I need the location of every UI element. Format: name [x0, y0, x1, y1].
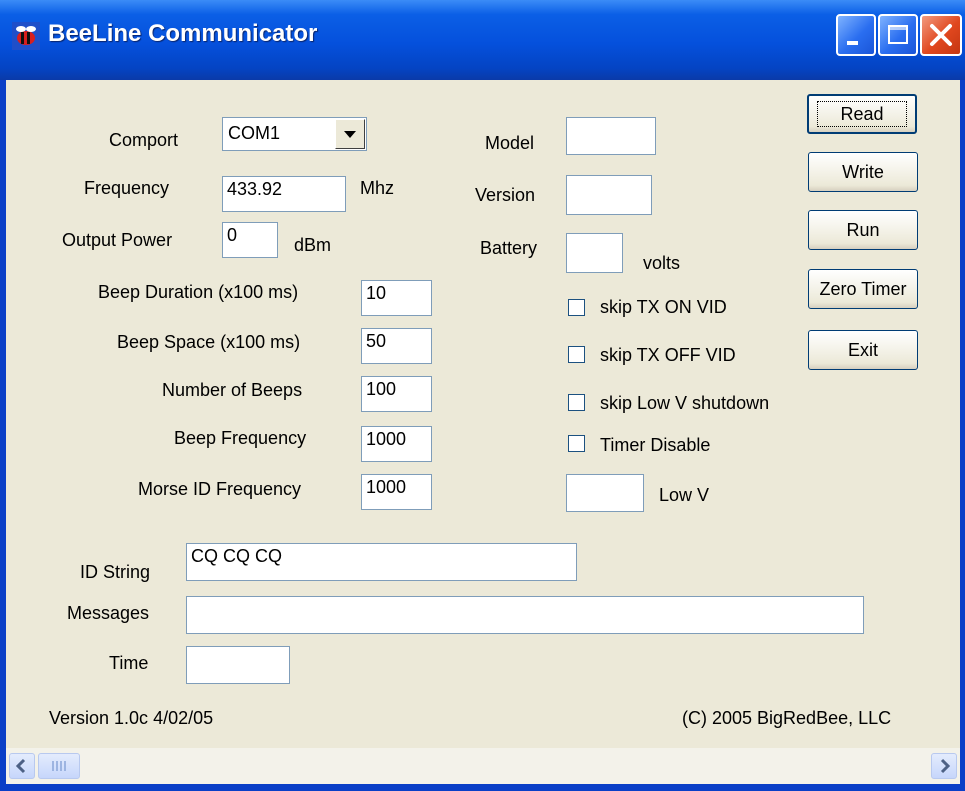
version-label: Version	[475, 185, 536, 205]
close-button[interactable]	[920, 14, 962, 56]
comport-dropdown-button[interactable]	[335, 119, 365, 149]
time-label: Time	[109, 653, 149, 673]
output-power-field[interactable]: 0	[222, 222, 278, 258]
output-power-unit: dBm	[294, 235, 332, 255]
frequency-unit: Mhz	[360, 178, 395, 198]
dropdown-arrow-icon	[344, 131, 356, 138]
skip-tx-on-vid-label: skip TX ON VID	[600, 297, 727, 317]
version-field[interactable]	[566, 175, 652, 215]
number-of-beeps-field[interactable]: 100	[361, 376, 432, 412]
beep-frequency-label: Beep Frequency	[174, 428, 307, 448]
comport-select[interactable]: COM1	[222, 117, 367, 151]
title-bar[interactable]: BeeLine Communicator	[0, 0, 965, 80]
battery-label: Battery	[480, 238, 538, 258]
model-label: Model	[485, 133, 535, 153]
scroll-left-button[interactable]	[9, 753, 35, 779]
output-power-label: Output Power	[62, 230, 173, 250]
messages-label: Messages	[67, 603, 150, 623]
comport-value: COM1	[228, 123, 281, 143]
read-button-label: Read	[817, 101, 907, 127]
window-title: BeeLine Communicator	[48, 20, 318, 47]
beep-space-field[interactable]: 50	[361, 328, 432, 364]
copyright-text: (C) 2005 BigRedBee, LLC	[682, 708, 892, 728]
run-button[interactable]: Run	[808, 210, 918, 250]
version-text: Version 1.0c 4/02/05	[49, 708, 214, 728]
battery-unit: volts	[643, 253, 681, 273]
beep-frequency-field[interactable]: 1000	[361, 426, 432, 462]
beep-duration-field[interactable]: 10	[361, 280, 432, 316]
scroll-left-icon	[15, 758, 26, 774]
read-button[interactable]: Read	[807, 94, 917, 134]
exit-button[interactable]: Exit	[808, 330, 918, 370]
scroll-grip-icon	[52, 761, 66, 771]
close-icon	[930, 24, 952, 46]
skip-tx-off-vid-checkbox[interactable]	[568, 346, 585, 363]
id-string-label: ID String	[80, 562, 151, 582]
number-of-beeps-label: Number of Beeps	[162, 380, 303, 400]
frequency-field[interactable]: 433.92	[222, 176, 346, 212]
write-button[interactable]: Write	[808, 152, 918, 192]
battery-field[interactable]	[566, 233, 623, 273]
beep-space-label: Beep Space (x100 ms)	[117, 332, 301, 352]
app-window: BeeLine Communicator Comport COM1 Freque…	[0, 0, 965, 791]
model-field[interactable]	[566, 117, 656, 155]
time-field	[186, 646, 290, 684]
client-area: Comport COM1 Frequency 433.92 Mhz Output…	[6, 80, 960, 748]
morse-id-frequency-field[interactable]: 1000	[361, 474, 432, 510]
id-string-field[interactable]: CQ CQ CQ	[186, 543, 577, 581]
app-bee-icon	[12, 22, 40, 50]
scroll-thumb[interactable]	[38, 753, 80, 779]
zero-timer-button[interactable]: Zero Timer	[808, 269, 918, 309]
horizontal-scrollbar[interactable]	[6, 748, 960, 784]
low-v-field[interactable]	[566, 474, 644, 512]
frequency-label: Frequency	[84, 178, 170, 198]
messages-field	[186, 596, 864, 634]
timer-disable-label: Timer Disable	[600, 435, 711, 455]
skip-tx-on-vid-checkbox[interactable]	[568, 299, 585, 316]
timer-disable-checkbox[interactable]	[568, 435, 585, 452]
maximize-icon	[888, 25, 908, 44]
scroll-right-button[interactable]	[931, 753, 957, 779]
scroll-right-icon	[940, 758, 951, 774]
skip-low-v-shutdown-checkbox[interactable]	[568, 394, 585, 411]
skip-tx-off-vid-label: skip TX OFF VID	[600, 345, 736, 365]
morse-id-frequency-label: Morse ID Frequency	[138, 479, 302, 499]
minimize-button[interactable]	[836, 14, 876, 56]
beep-duration-label: Beep Duration (x100 ms)	[98, 282, 299, 302]
maximize-button[interactable]	[878, 14, 918, 56]
low-v-label: Low V	[659, 485, 710, 505]
comport-label: Comport	[109, 130, 179, 150]
skip-low-v-shutdown-label: skip Low V shutdown	[600, 393, 770, 413]
minimize-icon	[847, 41, 858, 45]
